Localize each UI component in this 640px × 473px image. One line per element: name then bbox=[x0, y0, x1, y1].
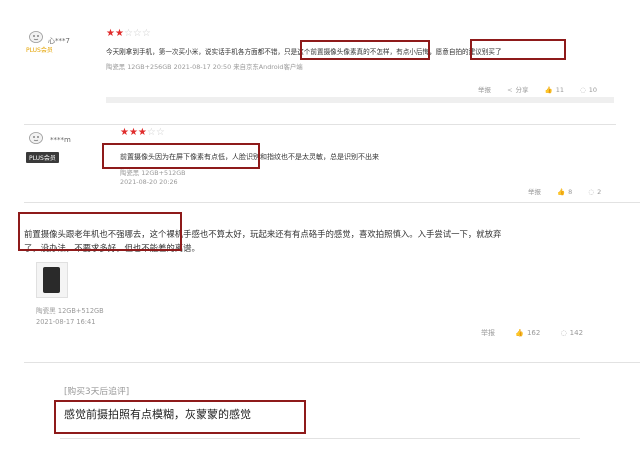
report-link[interactable]: 举报 bbox=[528, 186, 541, 196]
comment-icon: ◌ bbox=[588, 188, 595, 196]
like-button[interactable]: 👍 8 bbox=[557, 188, 572, 196]
comment-button[interactable]: ◌ 2 bbox=[588, 188, 601, 196]
divider bbox=[24, 124, 616, 125]
review-date: 2021-08-17 16:41 bbox=[36, 318, 96, 326]
review-date: 2021-08-20 20:26 bbox=[120, 178, 178, 186]
report-link[interactable]: 举报 bbox=[478, 84, 491, 94]
review-spec: 陶瓷黑 12GB+512GB bbox=[36, 307, 104, 315]
thumbs-up-icon: 👍 bbox=[544, 86, 553, 94]
highlight-box bbox=[300, 40, 430, 60]
like-count: 11 bbox=[555, 86, 564, 94]
reply-bar bbox=[106, 97, 614, 103]
rating-stars: ★★☆☆☆ bbox=[106, 28, 151, 39]
stars-filled: ★★ bbox=[106, 28, 124, 39]
plus-member-badge: PLUS会员 bbox=[26, 47, 53, 54]
review-photo-thumbnail[interactable] bbox=[36, 262, 68, 298]
plus-member-badge: PLUS会员 bbox=[26, 152, 59, 163]
rating-stars: ★★★☆☆ bbox=[120, 127, 165, 138]
highlight-box bbox=[18, 212, 182, 251]
comment-count: 10 bbox=[588, 86, 598, 94]
followup-label: [购买3天后追评] bbox=[64, 387, 130, 397]
like-count: 8 bbox=[568, 188, 573, 196]
like-count: 162 bbox=[526, 329, 541, 337]
share-button[interactable]: < 分享 bbox=[507, 84, 528, 94]
avatar-icon[interactable] bbox=[29, 31, 43, 43]
report-link[interactable]: 举报 bbox=[481, 328, 495, 338]
stars-empty: ☆☆☆ bbox=[123, 28, 151, 39]
comment-button[interactable]: ◌ 10 bbox=[580, 86, 597, 94]
divider bbox=[24, 362, 640, 363]
avatar-icon[interactable] bbox=[29, 132, 43, 144]
share-icon: < bbox=[507, 86, 513, 94]
highlight-box bbox=[54, 400, 306, 434]
stars-empty: ☆☆ bbox=[146, 127, 165, 138]
share-label: 分享 bbox=[515, 86, 529, 94]
review-actions: 举报 👍 162 ◌ 142 bbox=[481, 328, 583, 338]
comment-icon: ◌ bbox=[560, 329, 567, 337]
like-button[interactable]: 👍 11 bbox=[545, 86, 564, 94]
review-actions: 举报 👍 8 ◌ 2 bbox=[528, 186, 601, 196]
comment-count: 2 bbox=[597, 188, 602, 196]
thumbs-up-icon: 👍 bbox=[557, 188, 566, 196]
like-button[interactable]: 👍 162 bbox=[515, 329, 540, 337]
phone-image bbox=[43, 267, 60, 293]
username[interactable]: ****m bbox=[50, 136, 71, 144]
thumbs-up-icon: 👍 bbox=[515, 329, 524, 337]
comment-icon: ◌ bbox=[580, 86, 586, 94]
comment-button[interactable]: ◌ 142 bbox=[561, 329, 583, 337]
divider bbox=[24, 202, 640, 203]
highlight-box bbox=[470, 39, 566, 60]
comment-count: 142 bbox=[569, 329, 584, 337]
review-spec: 陶瓷黑 12GB+512GB bbox=[120, 169, 186, 177]
review-actions: 举报 < 分享 👍 11 ◌ 10 bbox=[478, 84, 611, 94]
review-meta: 陶瓷黑 12GB+256GB 2021-08-17 20:50 来自京东Andr… bbox=[106, 63, 303, 71]
divider bbox=[60, 438, 580, 439]
stars-filled: ★★★ bbox=[120, 127, 147, 138]
highlight-box bbox=[102, 143, 260, 169]
